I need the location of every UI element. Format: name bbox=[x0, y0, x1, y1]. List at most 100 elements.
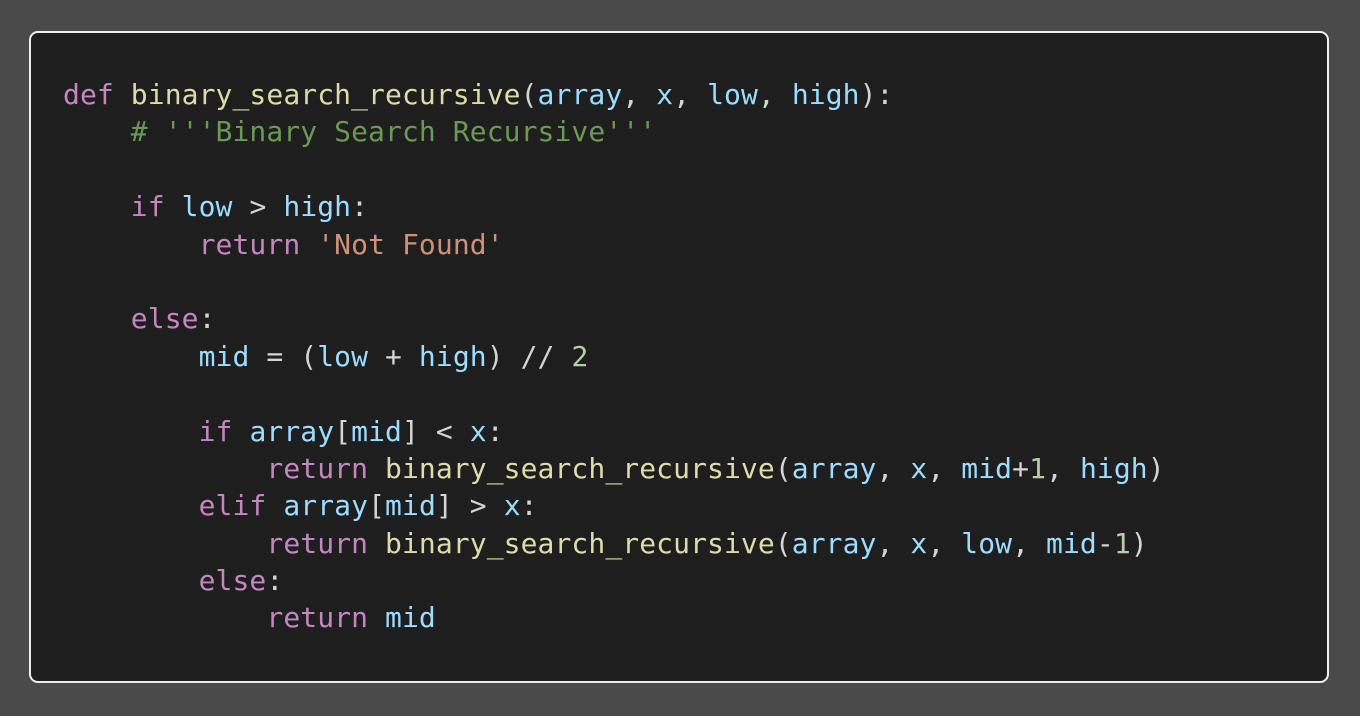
punctuation-token bbox=[368, 452, 385, 485]
punctuation-token: [ bbox=[334, 414, 352, 448]
punctuation-token bbox=[63, 340, 199, 373]
punctuation-token: : bbox=[351, 190, 369, 224]
punctuation-token bbox=[368, 601, 385, 634]
identifier-token: mid bbox=[1046, 526, 1097, 560]
punctuation-token bbox=[233, 415, 250, 448]
punctuation-token bbox=[63, 601, 266, 634]
identifier-token: array bbox=[537, 78, 623, 111]
identifier-token: mid bbox=[385, 601, 436, 635]
punctuation-token bbox=[63, 489, 199, 522]
code-line: def binary_search_recursive(array, x, lo… bbox=[63, 76, 1165, 113]
keyword-token: def bbox=[63, 78, 114, 111]
punctuation-token: [ bbox=[368, 489, 386, 523]
keyword-token: if bbox=[198, 414, 233, 448]
code-line: return binary_search_recursive(array, x,… bbox=[63, 525, 1165, 562]
punctuation-token: : bbox=[266, 564, 284, 598]
identifier-token: low bbox=[961, 526, 1013, 560]
identifier-token: high bbox=[283, 190, 352, 224]
keyword-token: if bbox=[130, 190, 165, 224]
code-line: elif array[mid] > x: bbox=[63, 487, 1165, 524]
code-line: mid = (low + high) // 2 bbox=[63, 338, 1165, 375]
punctuation-token: ( bbox=[774, 526, 792, 560]
punctuation-token: + bbox=[1012, 451, 1030, 485]
comment-token: # '''Binary Search Recursive''' bbox=[130, 115, 657, 149]
function-name-token: binary_search_recursive bbox=[385, 451, 775, 485]
punctuation-token bbox=[63, 452, 266, 485]
identifier-token: mid bbox=[198, 339, 250, 373]
punctuation-token bbox=[63, 190, 131, 223]
punctuation-token bbox=[368, 527, 385, 560]
identifier-token: x bbox=[656, 78, 674, 111]
identifier-token: low bbox=[707, 78, 758, 111]
punctuation-token bbox=[63, 228, 199, 261]
identifier-token: low bbox=[181, 190, 233, 224]
code-line: return binary_search_recursive(array, x,… bbox=[63, 450, 1165, 487]
punctuation-token: ] > bbox=[435, 489, 504, 523]
code-line: else: bbox=[63, 300, 1165, 337]
punctuation-token bbox=[63, 527, 266, 560]
number-token: 1 bbox=[1029, 451, 1047, 485]
code-line: return 'Not Found' bbox=[63, 226, 1165, 263]
keyword-token: elif bbox=[198, 489, 267, 523]
identifier-token: mid bbox=[385, 489, 436, 523]
punctuation-token: : bbox=[486, 414, 504, 448]
punctuation-token: - bbox=[1096, 526, 1114, 560]
punctuation-token: ) bbox=[1147, 451, 1165, 485]
punctuation-token bbox=[63, 302, 131, 335]
number-token: 1 bbox=[1113, 526, 1131, 560]
punctuation-token bbox=[63, 564, 199, 597]
identifier-token: high bbox=[418, 339, 487, 373]
punctuation-token: , bbox=[622, 78, 657, 111]
punctuation-token: , bbox=[927, 526, 962, 560]
punctuation-token bbox=[165, 190, 182, 223]
identifier-token: x bbox=[910, 526, 928, 560]
punctuation-token: ) // bbox=[486, 339, 572, 373]
identifier-token: mid bbox=[961, 451, 1013, 485]
keyword-token: else bbox=[130, 302, 199, 336]
punctuation-token: , bbox=[673, 78, 708, 111]
keyword-token: return bbox=[266, 451, 369, 485]
punctuation-token: ) bbox=[1130, 526, 1148, 560]
identifier-token: x bbox=[503, 489, 521, 523]
identifier-token: x bbox=[469, 414, 487, 448]
punctuation-token: , bbox=[876, 451, 911, 485]
string-token: 'Not Found' bbox=[317, 227, 504, 261]
code-block[interactable]: def binary_search_recursive(array, x, lo… bbox=[63, 76, 1165, 637]
function-name-token: binary_search_recursive bbox=[385, 526, 775, 560]
punctuation-token: , bbox=[927, 451, 962, 485]
identifier-token: x bbox=[910, 451, 928, 485]
punctuation-token bbox=[63, 115, 131, 148]
punctuation-token: = ( bbox=[249, 339, 318, 373]
punctuation-token: ): bbox=[859, 78, 894, 111]
keyword-token: return bbox=[266, 601, 369, 635]
punctuation-token: , bbox=[1012, 526, 1047, 560]
identifier-token: array bbox=[791, 526, 877, 560]
identifier-token: array bbox=[283, 489, 369, 523]
punctuation-token bbox=[63, 415, 199, 448]
punctuation-token bbox=[300, 228, 317, 261]
punctuation-token: ] < bbox=[402, 414, 470, 448]
code-line: if array[mid] < x: bbox=[63, 413, 1165, 450]
code-window: def binary_search_recursive(array, x, lo… bbox=[29, 31, 1329, 683]
punctuation-token: + bbox=[368, 339, 419, 373]
identifier-token: mid bbox=[351, 414, 402, 448]
keyword-token: else bbox=[198, 564, 267, 598]
punctuation-token: , bbox=[757, 78, 792, 111]
code-line: # '''Binary Search Recursive''' bbox=[63, 113, 1165, 150]
punctuation-token: , bbox=[1046, 451, 1080, 485]
keyword-token: return bbox=[266, 526, 369, 560]
code-line: return mid bbox=[63, 599, 1165, 636]
number-token: 2 bbox=[571, 339, 589, 373]
identifier-token: array bbox=[791, 451, 877, 485]
punctuation-token: ( bbox=[774, 451, 792, 485]
keyword-token: return bbox=[198, 227, 301, 261]
punctuation-token: > bbox=[232, 190, 284, 224]
punctuation-token: ( bbox=[520, 78, 538, 111]
punctuation-token bbox=[114, 78, 131, 111]
identifier-token: high bbox=[1079, 451, 1148, 485]
punctuation-token: , bbox=[876, 526, 911, 560]
punctuation-token: : bbox=[198, 302, 216, 336]
